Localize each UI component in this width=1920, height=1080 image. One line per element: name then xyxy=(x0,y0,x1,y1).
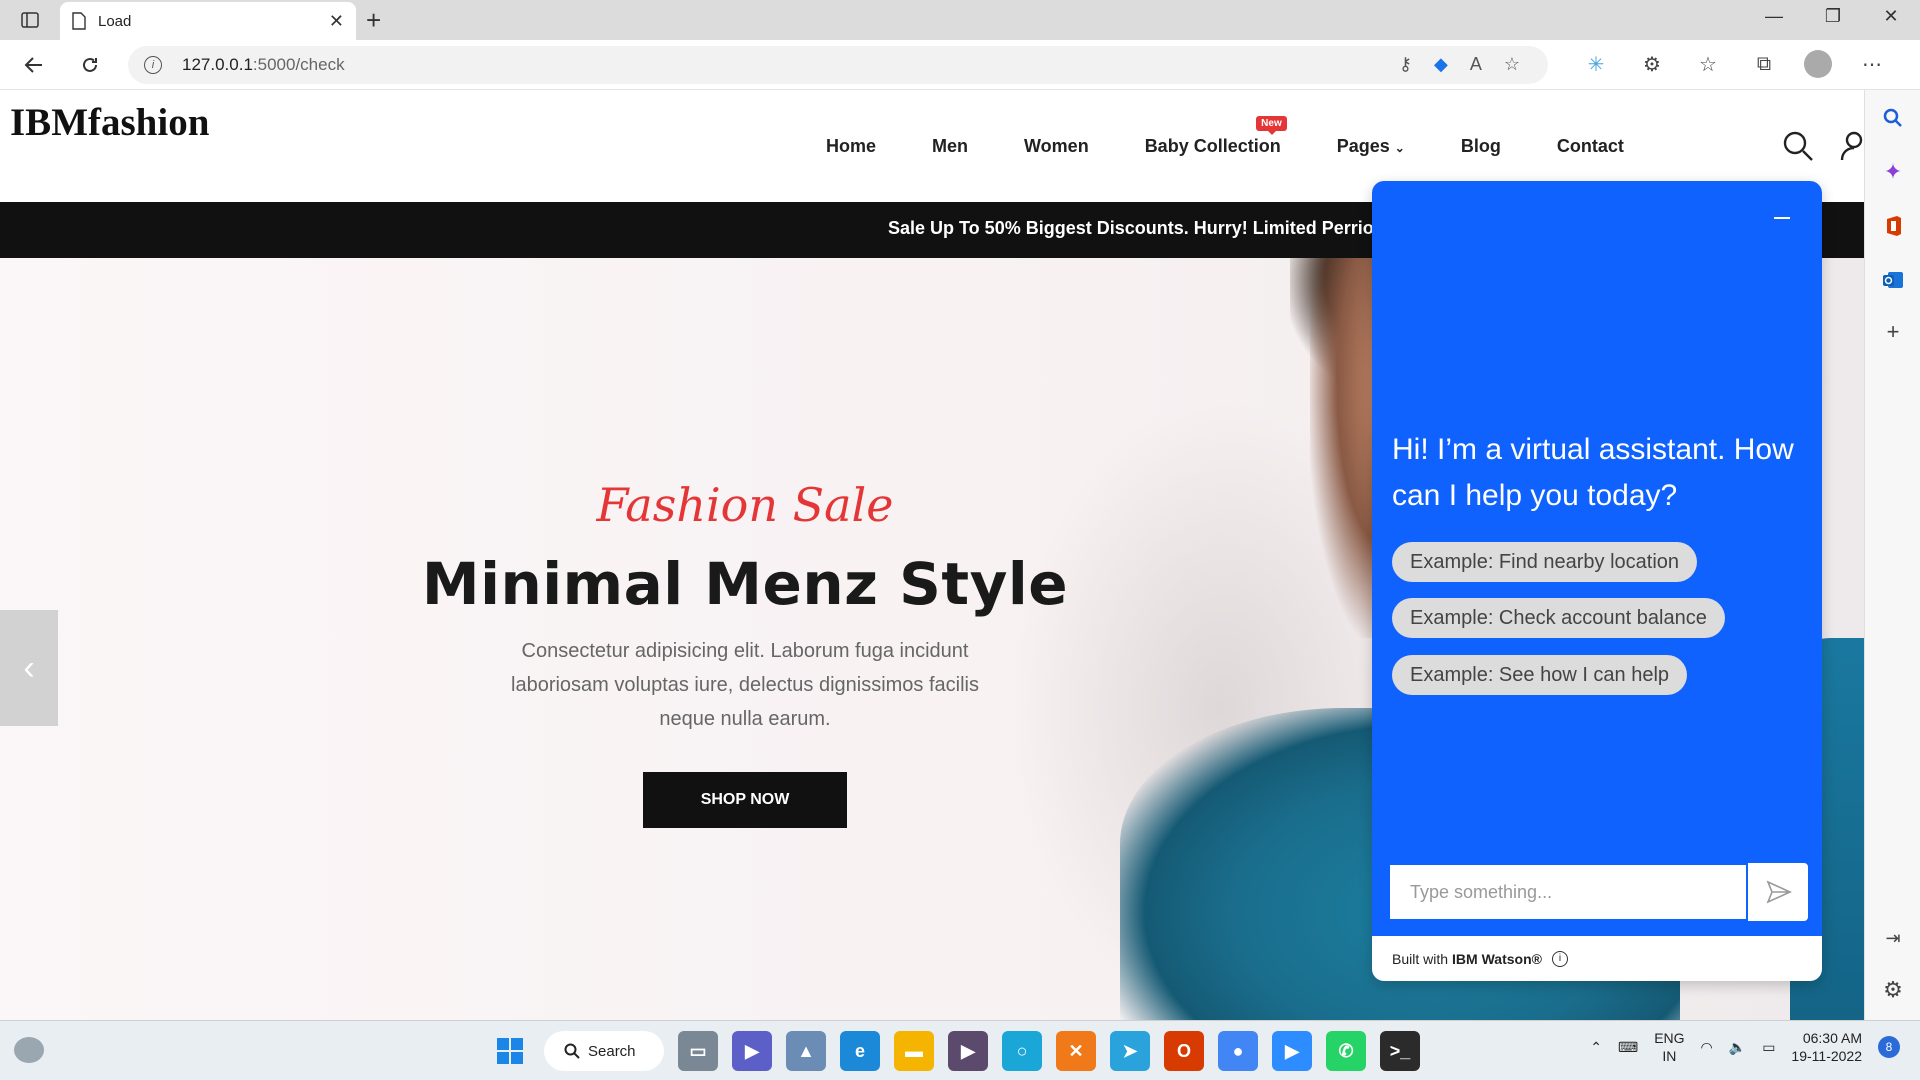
promo-text: Sale Up To 50% Biggest Discounts. Hurry!… xyxy=(888,218,1410,238)
whatsapp-icon[interactable]: ✆ xyxy=(1326,1031,1366,1071)
new-badge: New xyxy=(1256,116,1287,135)
minimize-window-button[interactable]: — xyxy=(1754,6,1794,27)
xampp-icon[interactable]: ✕ xyxy=(1056,1031,1096,1071)
volume-icon[interactable]: 🔈 xyxy=(1729,1039,1746,1056)
copilot-sparkle-icon[interactable]: ✦ xyxy=(1879,158,1907,186)
browser-tab[interactable]: Load ✕ xyxy=(60,2,356,40)
more-menu-icon[interactable]: ⋯ xyxy=(1856,52,1888,77)
hero-title: Minimal Menz Style xyxy=(421,550,1069,618)
task-view-icon[interactable]: ▭ xyxy=(678,1031,718,1071)
sparkle-icon[interactable]: ✳ xyxy=(1580,52,1612,77)
ibm-watson-brand: IBM Watson® xyxy=(1452,950,1542,967)
profile-avatar[interactable] xyxy=(1804,50,1832,78)
user-icon[interactable] xyxy=(1840,130,1864,167)
tab-actions-icon[interactable] xyxy=(16,8,44,32)
slider-prev-button[interactable]: ‹ xyxy=(0,610,58,726)
battery-icon[interactable]: ▭ xyxy=(1762,1039,1775,1056)
chat-input-area: Type something... xyxy=(1388,863,1808,921)
suggestion-chip[interactable]: Example: Check account balance xyxy=(1392,598,1725,638)
taskbar-search[interactable]: Search xyxy=(544,1031,664,1071)
restore-window-button[interactable]: ❐ xyxy=(1813,6,1853,27)
shop-now-button[interactable]: SHOP NOW xyxy=(643,772,847,828)
site-logo[interactable]: IBMfashion xyxy=(10,100,209,145)
notification-badge[interactable]: 8 xyxy=(1878,1036,1900,1058)
start-icon[interactable] xyxy=(490,1031,530,1071)
add-sidebar-app-icon[interactable]: + xyxy=(1879,318,1907,346)
chat-footer: Built with IBM Watson® i xyxy=(1372,936,1822,981)
nav-men[interactable]: Men xyxy=(932,136,968,157)
file-explorer-icon[interactable]: ▬ xyxy=(894,1031,934,1071)
search-icon[interactable] xyxy=(1782,130,1814,167)
chat-widget: Hi! I’m a virtual assistant. How can I h… xyxy=(1372,181,1822,981)
edge-icon[interactable]: e xyxy=(840,1031,880,1071)
coupon-tag-icon[interactable]: ◆ xyxy=(1434,54,1448,75)
nav-contact[interactable]: Contact xyxy=(1557,136,1624,157)
info-icon[interactable]: i xyxy=(1551,950,1568,967)
clock[interactable]: 06:30 AM 19-11-2022 xyxy=(1791,1029,1862,1065)
chat-message-input[interactable]: Type something... xyxy=(1388,863,1748,921)
browser-toolbar: i 127.0.0.1:5000/check ⚷ ◆ A ☆ ✳ ⚙ ☆ ⧉ ⋯ xyxy=(0,40,1920,90)
windows-taskbar: Search ▭ ▶ ▲ e ▬ ▶ ○ ✕ ➤ O ● ▶ ✆ >_ ⌃ ⌨ … xyxy=(0,1020,1920,1080)
zoom-icon[interactable]: ▶ xyxy=(1272,1031,1312,1071)
media-player-icon[interactable]: ▶ xyxy=(948,1031,988,1071)
language-indicator[interactable]: ENG IN xyxy=(1654,1029,1684,1065)
wifi-icon[interactable]: ◠ xyxy=(1701,1039,1713,1056)
hero-copy: Fashion Sale Minimal Menz Style Consecte… xyxy=(420,478,1070,828)
add-favorite-icon[interactable]: ☆ xyxy=(1504,54,1520,75)
close-window-button[interactable]: ✕ xyxy=(1871,6,1911,27)
browser-tabstrip: Load ✕ + — ❐ ✕ xyxy=(0,0,1920,40)
terminal-icon[interactable]: >_ xyxy=(1380,1031,1420,1071)
sidebar-search-icon[interactable] xyxy=(1879,104,1907,132)
chevron-down-icon: ⌄ xyxy=(1394,141,1405,155)
address-bar[interactable]: i 127.0.0.1:5000/check ⚷ ◆ A ☆ xyxy=(128,46,1548,84)
site-info-icon[interactable]: i xyxy=(144,56,162,74)
back-button[interactable] xyxy=(18,50,50,80)
photos-icon[interactable]: ▲ xyxy=(786,1031,826,1071)
new-tab-button[interactable]: + xyxy=(366,6,381,34)
collections-icon[interactable]: ⧉ xyxy=(1748,53,1780,76)
outlook-icon[interactable] xyxy=(1879,266,1907,294)
office-icon[interactable] xyxy=(1879,212,1907,240)
main-nav: Home Men Women Baby Collection New Pages … xyxy=(826,116,1680,157)
page-icon xyxy=(72,12,86,30)
hide-sidebar-icon[interactable]: ⇥ xyxy=(1879,924,1907,952)
chevron-left-icon: ‹ xyxy=(23,648,35,687)
nav-blog[interactable]: Blog xyxy=(1461,136,1501,157)
keyboard-icon[interactable]: ⌨ xyxy=(1618,1039,1638,1056)
nav-home[interactable]: Home xyxy=(826,136,876,157)
hero-description: Consectetur adipisicing elit. Laborum fu… xyxy=(511,640,979,730)
teams-icon[interactable]: ▶ xyxy=(732,1031,772,1071)
chrome-icon[interactable]: ● xyxy=(1218,1031,1258,1071)
send-icon[interactable] xyxy=(1766,879,1792,905)
search-icon xyxy=(564,1043,580,1059)
read-aloud-icon[interactable]: A xyxy=(1470,54,1482,75)
tab-title: Load xyxy=(98,12,132,30)
key-icon[interactable]: ⚷ xyxy=(1399,54,1412,75)
browser-sidebar: ✦ + ⇥ ⚙ xyxy=(1864,90,1920,1020)
weather-icon[interactable] xyxy=(14,1037,44,1063)
chevron-up-icon[interactable]: ⌃ xyxy=(1590,1039,1602,1056)
nav-baby-collection[interactable]: Baby Collection New xyxy=(1145,116,1287,157)
url-text: 127.0.0.1:5000/check xyxy=(182,55,345,74)
tab-close-icon[interactable]: ✕ xyxy=(329,11,344,32)
office-icon[interactable]: O xyxy=(1164,1031,1204,1071)
hero-eyebrow: Fashion Sale xyxy=(596,478,894,532)
alexa-icon[interactable]: ○ xyxy=(1002,1031,1042,1071)
extensions-icon[interactable]: ⚙ xyxy=(1636,52,1668,77)
nav-pages[interactable]: Pages ⌄ xyxy=(1337,136,1405,157)
telegram-icon[interactable]: ➤ xyxy=(1110,1031,1150,1071)
favorites-icon[interactable]: ☆ xyxy=(1692,52,1724,77)
refresh-button[interactable] xyxy=(74,50,106,80)
chat-greeting: Hi! I’m a virtual assistant. How can I h… xyxy=(1392,433,1794,512)
suggestion-chip[interactable]: Example: See how I can help xyxy=(1392,655,1688,695)
suggestion-chip[interactable]: Example: Find nearby location xyxy=(1392,542,1698,582)
sidebar-settings-icon[interactable]: ⚙ xyxy=(1879,976,1907,1004)
nav-women[interactable]: Women xyxy=(1024,136,1089,157)
minimize-chat-button[interactable] xyxy=(1774,217,1790,219)
